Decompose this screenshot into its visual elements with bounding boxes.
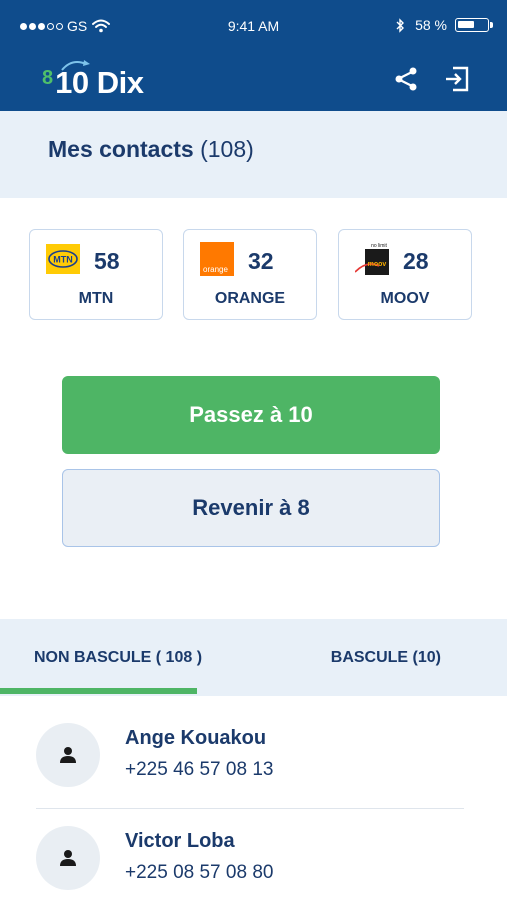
- operator-count: 28: [403, 248, 429, 274]
- contact-item[interactable]: Ange Kouakou +225 46 57 08 13: [0, 710, 507, 810]
- contacts-count: (108): [200, 136, 254, 162]
- orange-logo-text: orange: [203, 265, 228, 274]
- logo-small-digit: 8: [42, 67, 54, 89]
- operator-name: MTN: [78, 290, 114, 307]
- status-bar: GS 9:41 AM 58 %: [0, 0, 507, 52]
- contact-item[interactable]: Victor Loba +225 08 57 08 80: [0, 813, 507, 900]
- operator-card-orange[interactable]: orange 32 ORANGE: [183, 229, 317, 320]
- avatar: [36, 826, 100, 890]
- tab-bascule[interactable]: BASCULE (10): [253, 619, 507, 696]
- contact-name: Victor Loba: [125, 830, 235, 852]
- logo-swoosh-icon: [61, 60, 90, 71]
- orange-logo-icon: orange: [200, 242, 234, 276]
- tab-non-bascule[interactable]: NON BASCULE ( 108 ): [0, 619, 253, 696]
- app-logo: 8 10 Dix: [42, 58, 144, 98]
- share-icon[interactable]: [393, 66, 419, 92]
- mtn-logo-text: MTN: [53, 255, 73, 265]
- logout-icon[interactable]: [444, 66, 470, 92]
- switch-to-10-button[interactable]: Passez à 10: [62, 376, 440, 454]
- page-title: Mes contacts (108): [48, 136, 254, 163]
- operator-count: 58: [94, 248, 120, 274]
- status-right: 58 %: [395, 17, 493, 33]
- contact-phone: +225 08 57 08 80: [125, 862, 274, 883]
- moov-logo-icon: no limit moov: [355, 243, 389, 275]
- operator-card-mtn[interactable]: MTN 58 MTN: [29, 229, 163, 320]
- operator-name: MOOV: [380, 290, 430, 307]
- tab-bar: NON BASCULE ( 108 ) BASCULE (10): [0, 619, 507, 696]
- mtn-logo-icon: MTN: [46, 244, 80, 274]
- operator-count: 32: [248, 248, 274, 274]
- revert-to-8-button[interactable]: Revenir à 8: [62, 469, 440, 547]
- person-icon: [60, 747, 76, 763]
- battery-percent: 58 %: [415, 17, 447, 33]
- contact-phone: +225 46 57 08 13: [125, 759, 274, 780]
- list-divider: [36, 808, 464, 809]
- app-header: GS 9:41 AM 58 % 8 10 Dix: [0, 0, 507, 111]
- active-tab-indicator: [0, 688, 197, 694]
- moov-logo-text: moov: [368, 261, 387, 268]
- contact-name: Ange Kouakou: [125, 727, 267, 749]
- moov-logo-caption: no limit: [371, 243, 387, 249]
- operator-name: ORANGE: [214, 290, 286, 307]
- avatar: [36, 723, 100, 787]
- battery-level: [458, 21, 474, 28]
- battery-icon: [455, 18, 493, 32]
- bluetooth-icon: [396, 17, 405, 33]
- person-icon: [60, 850, 76, 866]
- page-title-text: Mes contacts: [48, 136, 194, 162]
- operator-card-moov[interactable]: no limit moov 28 MOOV: [338, 229, 472, 320]
